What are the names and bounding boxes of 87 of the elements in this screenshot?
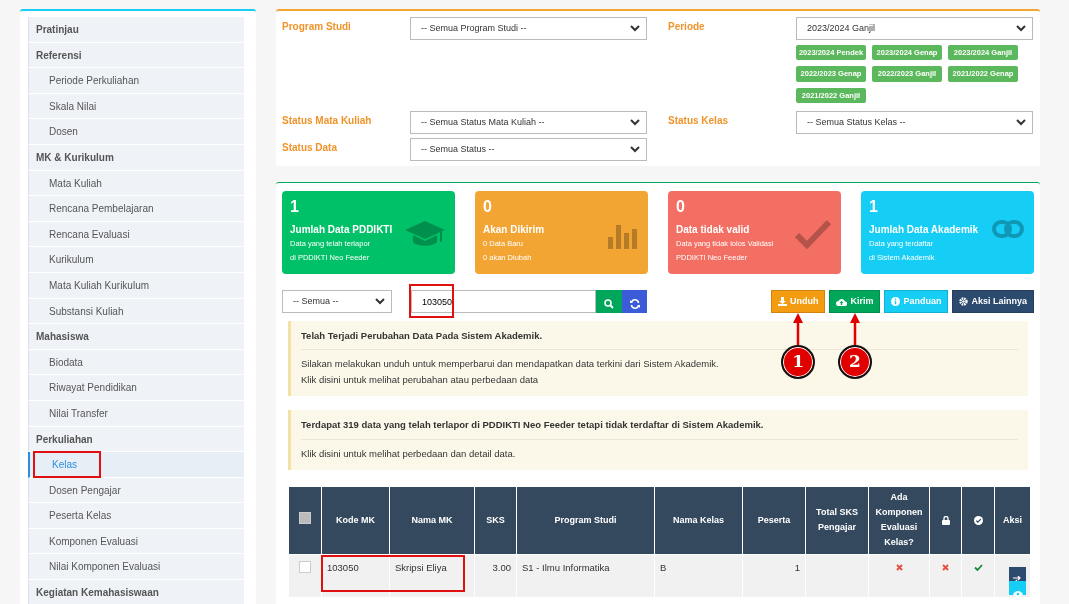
search-button[interactable]	[596, 290, 622, 313]
select-field[interactable]: -- Semua Status --	[410, 137, 647, 161]
filter-label: Periode	[668, 20, 706, 34]
toolbar-button[interactable]: Aksi Lainnya	[952, 290, 1034, 313]
lock-icon	[941, 515, 950, 525]
select-field[interactable]: -- Semua Status Kelas --	[796, 110, 1033, 134]
sidebar-item[interactable]: Nilai Komponen Evaluasi	[28, 554, 244, 581]
cloud-upload-icon	[836, 297, 848, 306]
select-field[interactable]: -- Semua Status Mata Kuliah --	[410, 110, 647, 134]
table-cell: B	[660, 561, 667, 573]
column-header: Ada Komponen Evaluasi Kelas?	[875, 492, 923, 547]
download-icon	[777, 297, 787, 306]
info-icon	[891, 297, 901, 306]
table-cell: S1 - Ilmu Informatika	[522, 561, 610, 573]
caret-icon	[375, 298, 385, 305]
check-circle-icon	[973, 515, 983, 525]
sidebar-item[interactable]: Komponen Evaluasi	[28, 528, 244, 555]
column-header: Kode MK	[336, 514, 375, 525]
filter-label: Status Data	[282, 140, 338, 155]
alert-link[interactable]: Klik disini untuk melihat perubahan atau perbedaan data	[301, 372, 539, 389]
sidebar-item[interactable]: Nilai Transfer	[28, 400, 244, 427]
sidebar-heading: Kegiatan Kemahasiswaan	[28, 580, 244, 604]
column-header: Nama Kelas	[673, 514, 724, 525]
filter-select[interactable]: -- Semua --	[282, 290, 392, 313]
sidebar-heading: MK & Kurikulum	[28, 144, 244, 171]
refresh-icon	[629, 298, 640, 309]
sidebar-item[interactable]: Periode Perkuliahan	[28, 68, 244, 94]
sidebar-item[interactable]: Riwayat Pendidikan	[28, 375, 244, 401]
sidebar-item[interactable]: Mata Kuliah Kurikulum	[28, 272, 244, 299]
table-cell: 3.00	[492, 561, 511, 573]
stat-title: Jumlah Data PDDIKTI	[290, 223, 393, 237]
search-field[interactable]: 103050	[411, 290, 596, 313]
select-field[interactable]: 2023/2024 Ganjil	[796, 17, 1033, 40]
stat-title: Jumlah Data Akademik	[869, 223, 979, 237]
column-header: SKS	[486, 514, 505, 525]
caret-icon	[630, 118, 640, 126]
sidebar-item[interactable]: Rencana Evaluasi	[28, 221, 244, 248]
column-header: Peserta	[757, 514, 791, 525]
filter-label: Status Mata Kuliah	[282, 113, 373, 128]
checkmark-icon	[795, 219, 831, 249]
select-field[interactable]: -- Semua Program Studi --	[410, 17, 647, 40]
table-cell: Skripsi Eliya	[395, 561, 447, 573]
sidebar-item[interactable]: Dosen Pengajar	[28, 477, 244, 504]
alert-title: Terdapat 319 data yang telah terlapor di PDDIKTI Neo Feeder tetapi tidak terdaftar di Sistem Akademik.	[301, 418, 1018, 440]
caret-icon	[630, 145, 640, 153]
callout-arrow	[793, 313, 804, 345]
table-cell: 1	[794, 561, 800, 573]
sidebar-heading: Referensi	[28, 42, 244, 69]
select-all-checkbox[interactable]	[299, 511, 311, 524]
stat-count: 1	[869, 197, 879, 217]
caret-icon	[1016, 118, 1026, 126]
column-header: Program Studi	[554, 514, 617, 525]
sidebar-item[interactable]: Biodata	[28, 349, 244, 376]
callout-arrow	[849, 313, 860, 345]
alert-link[interactable]: Klik disini untuk melihat perbedaan dan detail data.	[301, 445, 516, 462]
sidebar-item[interactable]: Substansi Kuliah	[28, 298, 244, 325]
stat-title: Data tidak valid	[676, 223, 750, 237]
settings-icon	[959, 297, 969, 306]
sidebar-item[interactable]: Rencana Pembelajaran	[28, 196, 244, 222]
stat-count: 0	[676, 197, 686, 217]
refresh-button[interactable]	[622, 290, 647, 313]
sidebar-item[interactable]: Mata Kuliah	[28, 170, 244, 197]
sidebar-item[interactable]: Skala Nilai	[28, 93, 244, 120]
filter-label: Program Studi	[282, 20, 352, 34]
search-icon	[604, 298, 614, 309]
table-cell: 103050	[327, 561, 359, 573]
column-header: Total SKS Pengajar	[816, 507, 858, 532]
alert-text: Silakan melakukan unduh untuk memperbarui dan mendapatkan data terkini dari Sistem Akademik.	[301, 357, 719, 372]
caret-icon	[630, 25, 640, 32]
stat-title: Akan Dikirim	[483, 223, 545, 237]
sidebar-heading: Pratinjau	[28, 17, 244, 43]
sidebar-item[interactable]: Kurikulum	[28, 247, 244, 273]
sidebar-heading: Mahasiswa	[28, 324, 244, 350]
link-icon	[992, 219, 1024, 239]
graduation-cap-icon	[405, 219, 445, 249]
stat-count: 1	[290, 197, 300, 217]
alert-title: Telah Terjadi Perubahan Data Pada Sistem Akademik.	[301, 329, 1018, 351]
row-checkbox[interactable]	[299, 560, 311, 573]
stat-count: 0	[483, 197, 493, 217]
sidebar-heading: Perkuliahan	[28, 426, 244, 453]
swap-button[interactable]	[1009, 566, 1026, 581]
filter-label: Status Kelas	[668, 113, 730, 128]
sidebar-item[interactable]: Dosen	[28, 119, 244, 145]
sidebar-item[interactable]: Peserta Kelas	[28, 503, 244, 529]
column-header: Aksi	[1003, 514, 1022, 525]
caret-icon	[1016, 25, 1026, 32]
column-header: Nama MK	[411, 514, 453, 525]
